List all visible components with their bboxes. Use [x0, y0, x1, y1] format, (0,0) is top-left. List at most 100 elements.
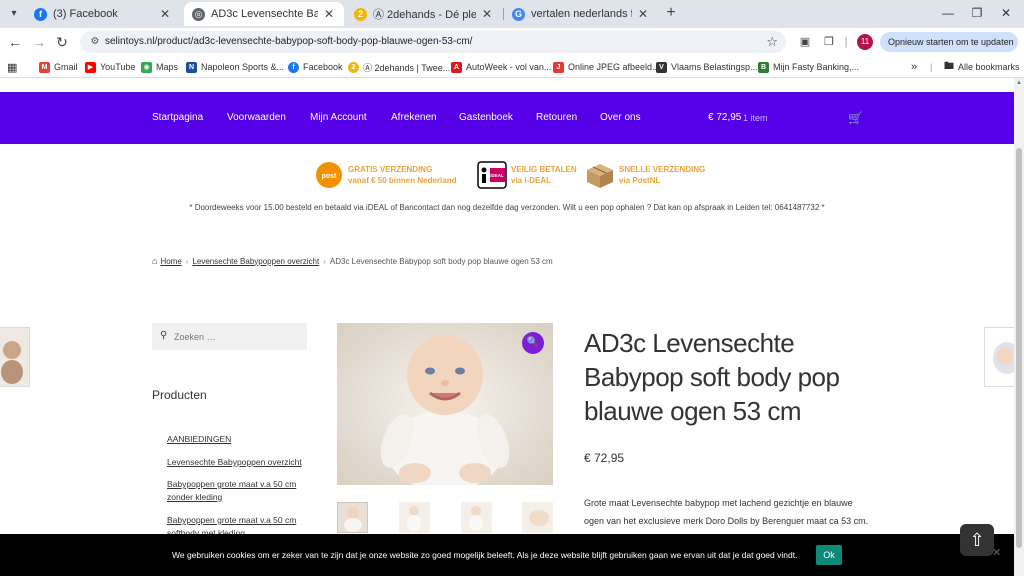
- bookmark-facebook[interactable]: f Facebook: [288, 59, 343, 75]
- web-page: Startpagina Voorwaarden Mijn Account Afr…: [0, 78, 1014, 576]
- bookmark-label: Gmail: [54, 62, 78, 72]
- product-main-image[interactable]: [337, 323, 553, 485]
- close-icon[interactable]: ✕: [158, 7, 172, 21]
- product-title: AD3c Levensechte Babypop soft body pop b…: [584, 328, 840, 426]
- scrollbar-thumb[interactable]: [1016, 148, 1022, 548]
- product-thumbnail-4[interactable]: [522, 502, 553, 533]
- bookmark-fasty[interactable]: B Mijn Fasty Banking,...: [758, 59, 859, 75]
- tab-title: (3) Facebook: [53, 8, 118, 20]
- scroll-to-top-icon[interactable]: ⇧: [960, 524, 994, 556]
- site-info-icon[interactable]: ⚙: [88, 35, 102, 49]
- tab-google[interactable]: G vertalen nederlands frans - Goo ✕: [504, 2, 658, 26]
- close-icon[interactable]: ✕: [480, 7, 494, 21]
- image-icon: J: [553, 61, 564, 73]
- previous-product-thumb[interactable]: [0, 327, 30, 387]
- nav-voorwaarden[interactable]: Voorwaarden: [227, 92, 286, 144]
- badge-line1: VEILIG BETALEN: [511, 165, 577, 174]
- vlaams-icon: V: [656, 61, 667, 73]
- tab-2dehands[interactable]: 2 Ⓐ 2dehands - Dé plek om nieuw ✕: [346, 2, 502, 26]
- bookmark-label: AutoWeek - vol van...: [466, 62, 552, 72]
- product-search: ⚲: [152, 323, 307, 350]
- back-icon[interactable]: ←: [6, 33, 24, 51]
- address-bar[interactable]: ⚙ selintoys.nl/product/ad3c-levensechte-…: [80, 31, 786, 53]
- category-aanbiedingen[interactable]: AANBIEDINGEN: [167, 433, 312, 446]
- bookmark-jpeg[interactable]: J Online JPEG afbeeld...: [553, 59, 660, 75]
- thumbnail-image: [461, 502, 492, 533]
- shipping-notice: * Doordeweeks voor 15.00 besteld en beta…: [189, 203, 825, 212]
- window-close-icon[interactable]: ✕: [994, 4, 1018, 22]
- google-icon: G: [512, 7, 525, 21]
- nav-startpagina[interactable]: Startpagina: [152, 92, 203, 144]
- tab-title: vertalen nederlands frans - Goo: [531, 8, 632, 20]
- thumbnail-image: [338, 503, 367, 532]
- tab-title: Ⓐ 2dehands - Dé plek om nieuw: [373, 9, 476, 21]
- minimize-icon[interactable]: —: [936, 4, 960, 22]
- update-button[interactable]: Opnieuw starten om te updaten: [880, 32, 1018, 52]
- thumbnail-image: [985, 328, 1014, 386]
- restore-icon[interactable]: ❐: [965, 4, 989, 22]
- profile-avatar[interactable]: 11: [857, 34, 873, 50]
- all-bookmarks[interactable]: 🖿 Alle bookmarks: [944, 59, 1020, 75]
- bookmark-autoweek[interactable]: A AutoWeek - vol van...: [451, 59, 551, 75]
- bookmark-2dehands[interactable]: 2 Ⓐ 2dehands | Twee...: [348, 59, 450, 75]
- bookmarks-divider: |: [930, 62, 933, 72]
- cookie-ok-button[interactable]: Ok: [816, 545, 842, 565]
- browser-toolbar: ← → ↻ ⚙ selintoys.nl/product/ad3c-levens…: [0, 28, 1024, 56]
- product-thumbnail-2[interactable]: [399, 502, 430, 533]
- bookmark-star-icon[interactable]: ☆: [766, 34, 778, 50]
- bookmark-gmail[interactable]: M Gmail: [39, 59, 78, 75]
- zoom-icon[interactable]: 🔍: [522, 332, 544, 354]
- nav-over-ons[interactable]: Over ons: [600, 92, 641, 144]
- cart-count[interactable]: 1 item: [743, 92, 768, 144]
- bookmark-youtube[interactable]: ▶ YouTube: [85, 59, 135, 75]
- page-scrollbar[interactable]: ▲: [1014, 78, 1024, 576]
- facebook-icon: f: [288, 61, 299, 73]
- bookmark-label: Facebook: [303, 62, 343, 72]
- more-bookmarks-icon[interactable]: »: [911, 59, 917, 75]
- folder-icon: 🖿: [944, 60, 954, 72]
- napoleon-icon: N: [186, 61, 197, 73]
- product-thumbnail-1[interactable]: [337, 502, 368, 533]
- close-icon[interactable]: ✕: [636, 7, 650, 21]
- tab-product-page[interactable]: ◎ AD3c Levensechte Babypop sof ✕: [184, 2, 344, 26]
- breadcrumb-current: AD3c Levensechte Babypop soft body pop b…: [329, 256, 553, 266]
- cookie-message: We gebruiken cookies om er zeker van te …: [172, 550, 798, 560]
- scroll-up-icon[interactable]: ▲: [1016, 80, 1022, 86]
- search-input[interactable]: [174, 327, 302, 346]
- bookmark-napoleon[interactable]: N Napoleon Sports &...: [186, 59, 284, 75]
- bookmark-label: Vlaams Belastingsp...: [671, 62, 758, 72]
- extension-icon[interactable]: ▣: [797, 34, 813, 50]
- new-tab-button[interactable]: +: [662, 4, 680, 22]
- toolbar-divider: |: [844, 36, 848, 48]
- tab-facebook[interactable]: f (3) Facebook ✕: [26, 2, 180, 26]
- cart-price[interactable]: € 72,95: [708, 92, 741, 144]
- cookie-banner: We gebruiken cookies om er zeker van te …: [0, 534, 1014, 576]
- close-icon[interactable]: ✕: [322, 7, 336, 21]
- nav-retouren[interactable]: Retouren: [536, 92, 577, 144]
- nav-gastenboek[interactable]: Gastenboek: [459, 92, 513, 144]
- nav-mijn-account[interactable]: Mijn Account: [310, 92, 367, 144]
- bookmark-maps[interactable]: ◉ Maps: [141, 59, 178, 75]
- breadcrumb-home[interactable]: Home: [160, 257, 181, 266]
- forward-icon[interactable]: →: [30, 33, 48, 51]
- apps-icon[interactable]: ▦: [7, 59, 17, 75]
- next-product-thumb[interactable]: [984, 327, 1014, 387]
- nav-afrekenen[interactable]: Afrekenen: [391, 92, 437, 144]
- tab-strip: ▾ f (3) Facebook ✕ ◎ AD3c Levensechte Ba…: [0, 0, 1024, 28]
- youtube-icon: ▶: [85, 61, 96, 73]
- tab-search-icon[interactable]: ▾: [6, 6, 22, 22]
- breadcrumb-category[interactable]: Levensechte Babypoppen overzicht: [192, 257, 319, 266]
- breadcrumb: ⌂ Home › Levensechte Babypoppen overzich…: [152, 255, 553, 267]
- search-icon: ⚲: [160, 330, 168, 341]
- bookmark-vlaams[interactable]: V Vlaams Belastingsp...: [656, 59, 758, 75]
- product-thumbnail-3[interactable]: [461, 502, 492, 533]
- category-grote-maat-zonder-kleding[interactable]: Babypoppen grote maat v.a 50 cm zonder k…: [167, 478, 312, 504]
- url-text[interactable]: selintoys.nl/product/ad3c-levensechte-ba…: [105, 31, 472, 53]
- reload-icon[interactable]: ↻: [53, 33, 71, 51]
- puzzle-icon[interactable]: ❐: [821, 34, 837, 50]
- category-levensechte-overzicht[interactable]: Levensechte Babypoppen overzicht: [167, 456, 312, 469]
- site-icon: ◎: [192, 7, 205, 21]
- bookmarks-bar: ▦ M Gmail ▶ YouTube ◉ Maps N Napoleon Sports…: [0, 56, 1024, 78]
- baby-doll-image: [337, 323, 553, 485]
- cart-icon[interactable]: 🛒: [848, 111, 863, 125]
